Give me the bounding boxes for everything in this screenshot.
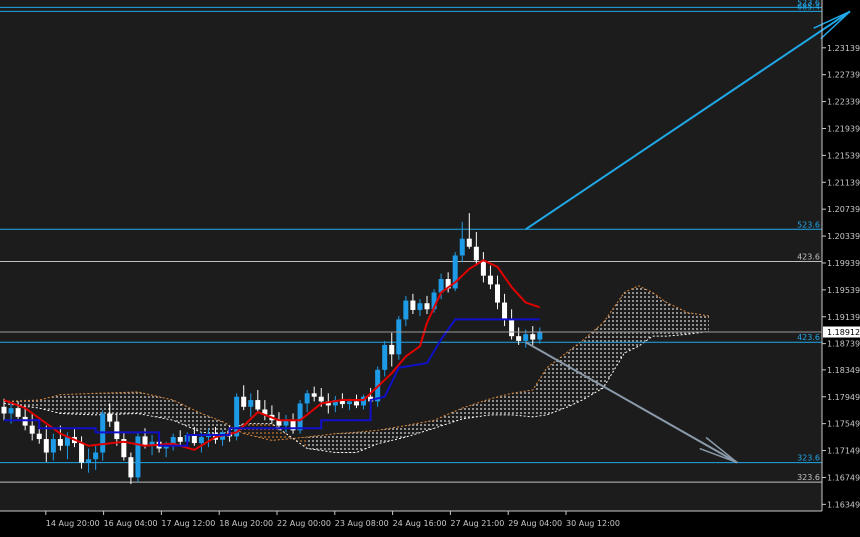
chart-root: 523.6 685.4 523.6 423.6 423.6 323.6 323.6 1.23… [0,0,860,533]
y-tick-label: 1.21539 [827,151,860,160]
y-tick-label: 1.17949 [827,393,860,402]
candle-body [22,416,28,426]
y-tick-label: 1.20739 [827,205,860,214]
candle-body [304,393,310,404]
cloud-segment-bullish [687,312,709,335]
y-tick-label: 1.21939 [827,124,860,133]
candle-body [36,433,42,440]
candle-body [382,344,388,370]
y-tick-label: 1.19139 [827,313,860,322]
candle-body [417,303,423,310]
candle-body [142,436,148,446]
candle-body [410,300,416,310]
candle-body [495,284,500,303]
candle-body [480,260,486,276]
y-tick-label: 1.19539 [827,286,860,295]
candle-body [530,334,536,340]
candle-body [523,334,529,341]
y-tick-label: 1.22739 [827,71,860,80]
candle-body [502,302,508,320]
x-tick-label: 29 Aug 04:00 [508,519,562,528]
candle-body [1,406,7,414]
fib-level-label: 685.4 [797,2,820,11]
cloud-segment-bullish [335,432,357,453]
candle-body [8,408,14,414]
candle-body [403,300,409,320]
y-tick-label: 1.18739 [827,340,860,349]
candle-body [466,238,472,247]
x-tick-label: 23 Aug 08:00 [335,519,389,528]
candle-body [191,435,197,444]
candle-body [424,303,430,310]
candle-body [509,319,515,337]
candle-body [537,331,543,340]
y-tick-label: 1.16349 [827,500,860,509]
candle-body [135,436,141,478]
fib-level-label: 523.6 [797,220,820,229]
candle-body [473,246,479,261]
candle-body [346,401,352,405]
x-tick-label: 18 Aug 20:00 [219,519,273,528]
candle-body [50,439,56,453]
x-tick-label: 27 Aug 21:00 [450,519,504,528]
candle-body [311,393,317,397]
y-tick-label: 1.23139 [827,44,860,53]
candle-body [79,443,85,463]
y-tick-label: 1.16749 [827,473,860,482]
x-tick-label: 22 Aug 00:00 [277,519,331,528]
cloud-segment-bullish [60,393,96,415]
candle-body [459,238,465,256]
x-tick-label: 17 Aug 12:00 [161,519,215,528]
fib-level-label: 323.6 [797,454,820,463]
x-tick-label: 16 Aug 04:00 [104,519,158,528]
candle-body [57,439,63,446]
candle-body [15,408,21,417]
y-tick-label: 1.18349 [827,366,860,375]
x-tick-label: 14 Aug 20:00 [46,519,100,528]
y-tick-label: 1.20339 [827,232,860,241]
cloud-segment-bullish [95,391,138,415]
candle-body [198,437,204,444]
y-tick-label: 1.22339 [827,98,860,107]
candle-body [128,457,134,478]
candle-body [29,425,35,434]
candle-body [248,400,254,407]
current-price-label: 1.18912 [827,328,860,337]
candle-body [177,437,183,442]
y-tick-label: 1.21139 [827,178,860,187]
candlestick-chart: 523.6685.4523.6423.6423.6323.6323.6 1.23… [0,0,860,533]
y-tick-label: 1.19939 [827,259,860,268]
y-tick-label: 1.17149 [827,447,860,456]
candle-body [255,400,261,410]
candle-body [107,413,113,422]
candle-body [516,336,522,341]
candle-body [318,396,324,402]
y-tick-label: 1.17549 [827,420,860,429]
candle-body [86,459,92,463]
x-tick-label: 30 Aug 12:00 [566,519,620,528]
candle-body [389,344,395,355]
candle-body [43,439,49,453]
cloud-segment-bullish [511,389,533,417]
candle-body [297,403,303,431]
fib-level-label: 423.6 [797,253,820,262]
x-tick-label: 24 Aug 16:00 [393,519,447,528]
cloud-segment-bullish [624,285,639,353]
candle-body [487,275,493,285]
fib-level-label: 423.6 [797,333,820,342]
candle-body [241,396,247,407]
candle-body [354,401,359,406]
candle-body [114,421,120,440]
fib-level-label: 323.6 [797,473,820,482]
candle-body [93,452,99,460]
candle-body [396,319,402,355]
